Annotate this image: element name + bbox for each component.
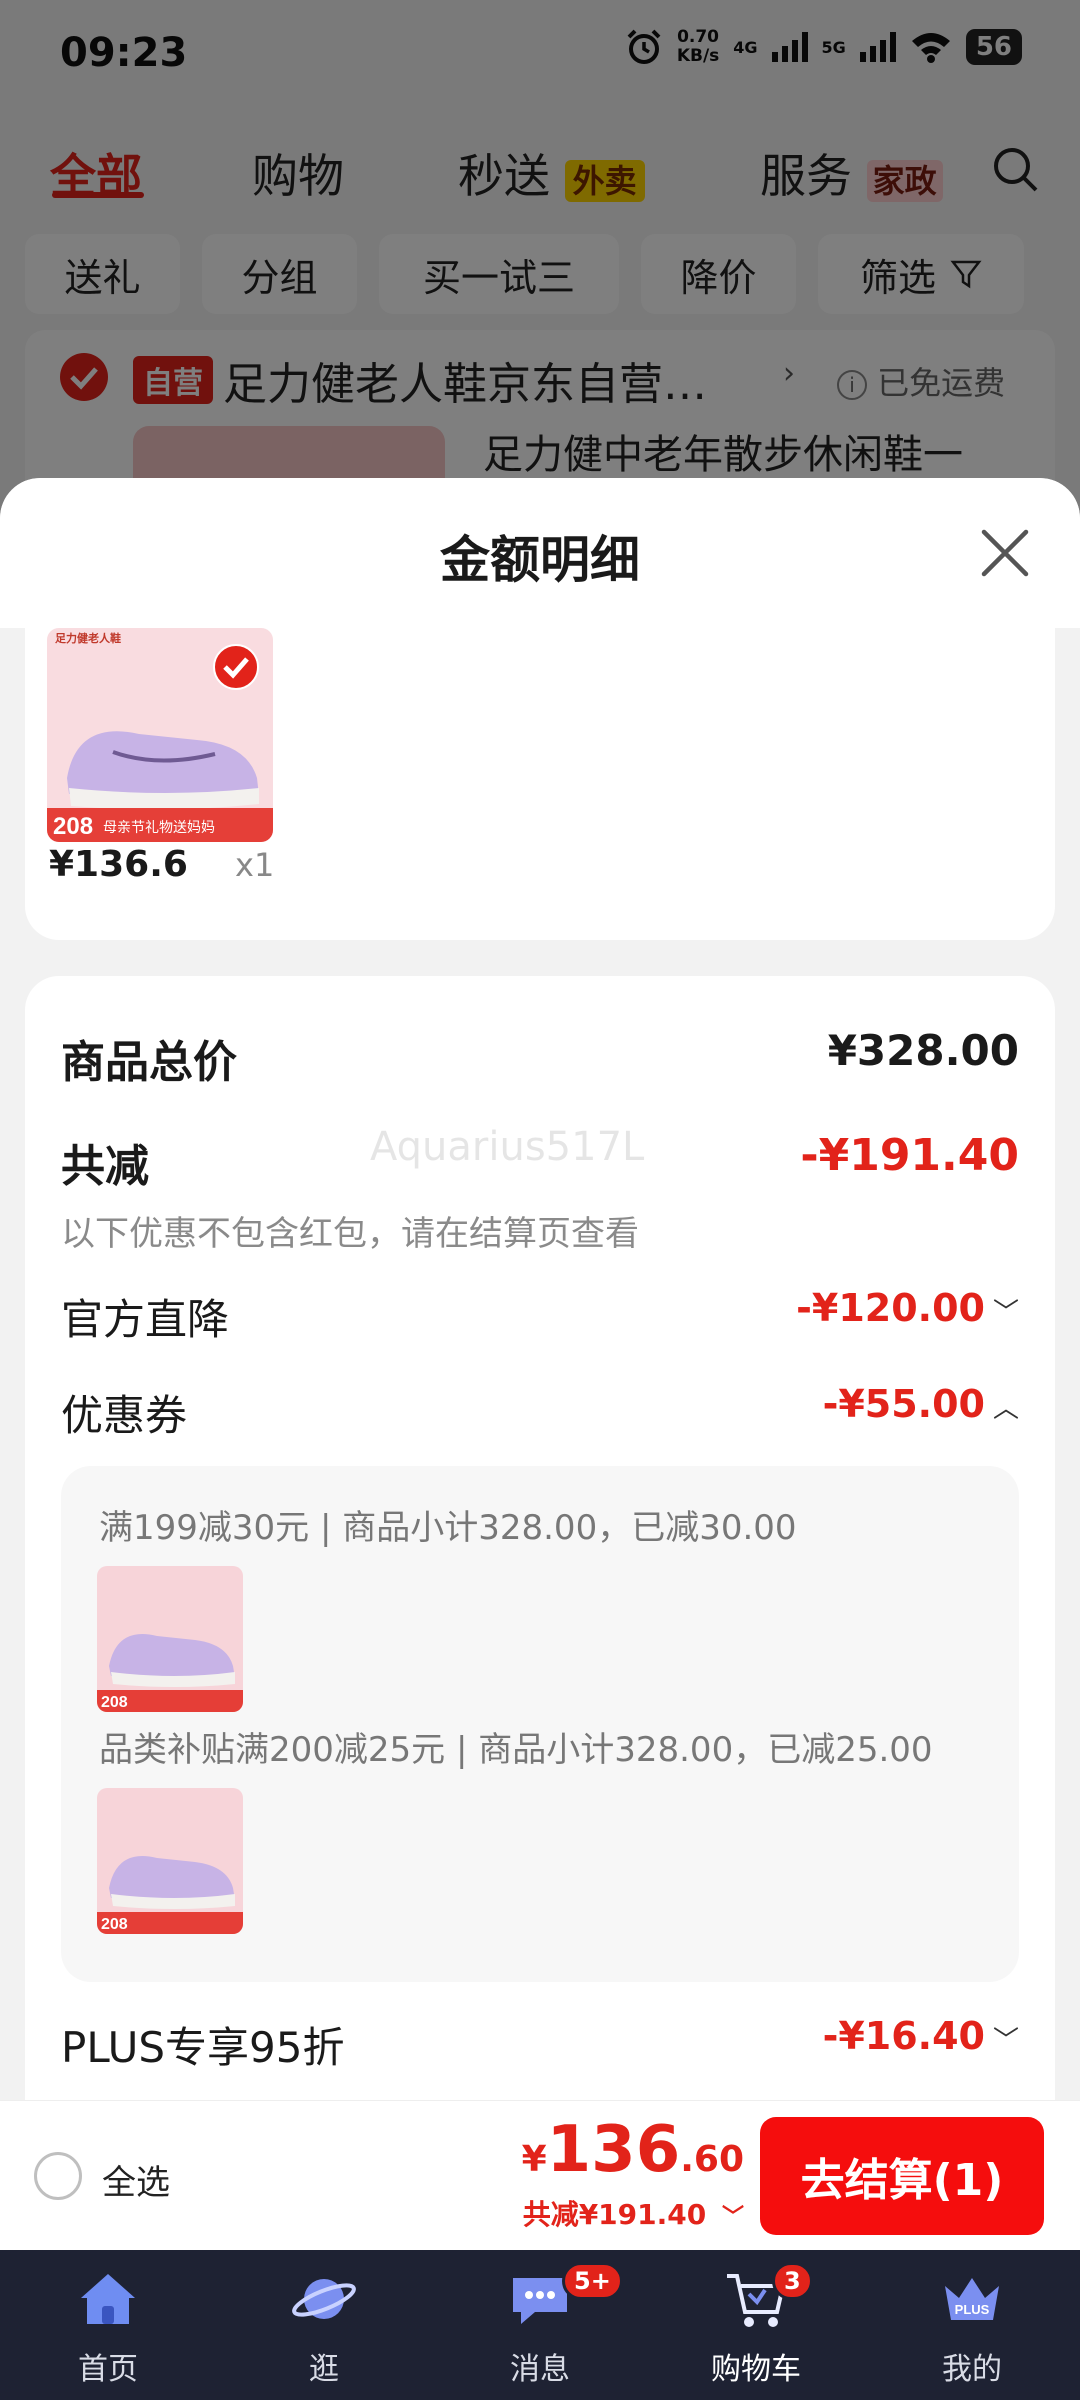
total-integer: 136	[546, 2113, 681, 2187]
plus-crown-icon: PLUS	[945, 2278, 999, 2320]
promo-number: 208	[53, 813, 93, 840]
coupon-label: 优惠券	[61, 1391, 188, 1440]
tab-mine[interactable]: PLUS 我的	[892, 2264, 1052, 2388]
official-discount-value: -¥120.00	[796, 1286, 985, 1330]
sheet-header: 金额明细	[0, 478, 1080, 628]
checkout-button[interactable]: 去结算(1)	[760, 2117, 1044, 2235]
coupon-details: 满199减30元 | 商品小计328.00，已减30.00 208 品类补贴满2…	[61, 1466, 1019, 1982]
tab-browse[interactable]: 逛	[244, 2264, 404, 2388]
sheet-title: 金额明细	[440, 531, 640, 589]
promo-number: 208	[101, 1916, 128, 1933]
reduction-value: -¥191.40	[800, 1130, 1019, 1181]
shoe-image: 208	[97, 1566, 243, 1712]
promo-text: 母亲节礼物送妈妈	[103, 820, 215, 836]
checkout-bar: 全选 ¥136.60 共减¥191.40 ﹀ 去结算(1)	[0, 2100, 1080, 2250]
watermark-text: Aquarius517L	[370, 1124, 645, 1170]
official-discount-label: 官方直降	[61, 1295, 230, 1344]
product-thumbnail[interactable]: 208 母亲节礼物送妈妈 足力健老人鞋	[47, 628, 273, 842]
saved-amount[interactable]: 共减¥191.40 ﹀	[523, 2193, 744, 2233]
chevron-down-icon: ﹀	[721, 2205, 744, 2230]
plus-discount-label: PLUS专享95折	[61, 2023, 345, 2072]
close-icon[interactable]	[960, 508, 1050, 598]
coupon-amount: -¥55.00 ︿	[823, 1382, 1019, 1426]
select-all-radio[interactable]	[34, 2152, 82, 2200]
tab-messages[interactable]: 5+ 消息	[460, 2262, 623, 2388]
coupon-line-2: 品类补贴满200减25元 | 商品小计328.00，已减25.00	[99, 1730, 933, 1770]
items-card: 208 母亲节礼物送妈妈 足力健老人鞋 ¥136.6 x1	[25, 628, 1055, 940]
official-discount-amount: -¥120.00 ﹀	[796, 1286, 1019, 1330]
item-price: ¥136.6	[49, 844, 188, 885]
item-quantity: x1	[235, 846, 275, 884]
tab-cart[interactable]: 3 购物车	[676, 2262, 836, 2388]
tab-mine-label: 我的	[942, 2352, 1002, 2387]
checkout-total: ¥136.60	[522, 2113, 744, 2187]
tab-cart-label: 购物车	[711, 2352, 801, 2387]
price-detail-card: Aquarius517L 商品总价 ¥328.00 共减 -¥191.40 以下…	[25, 976, 1055, 2110]
coupon-line-1: 满199减30元 | 商品小计328.00，已减30.00	[99, 1508, 797, 1548]
brand-logo-text: 足力健老人鞋	[55, 631, 121, 645]
home-icon	[81, 2274, 135, 2324]
discount-note: 以下优惠不包含红包，请在结算页查看	[61, 1214, 639, 1254]
coupon-product-thumbnail: 208	[97, 1566, 243, 1712]
chevron-up-icon: ︿	[992, 1394, 1019, 1424]
promo-number: 208	[101, 1694, 128, 1711]
chevron-down-icon: ﹀	[992, 1298, 1019, 1328]
select-all-label[interactable]: 全选	[102, 2155, 170, 2204]
tab-home[interactable]: 首页	[28, 2264, 188, 2388]
plus-discount-amount: -¥16.40 ﹀	[823, 2014, 1019, 2058]
amount-detail-sheet: 金额明细 208 母亲节礼物送妈妈 足力健老人鞋 ¥136.6 x1 Aquar…	[0, 478, 1080, 2110]
reduction-label: 共减	[61, 1141, 149, 1192]
coupon-value: -¥55.00	[822, 1382, 985, 1426]
planet-icon	[292, 2279, 356, 2319]
currency-symbol: ¥	[521, 2139, 547, 2180]
tab-browse-label: 逛	[309, 2352, 339, 2387]
tab-home-label: 首页	[78, 2352, 138, 2387]
total-decimal: .60	[680, 2139, 744, 2180]
coupon-product-thumbnail: 208	[97, 1788, 243, 1934]
chevron-down-icon: ﹀	[992, 2026, 1019, 2056]
total-price-label: 商品总价	[61, 1037, 237, 1088]
check-icon	[213, 644, 259, 690]
plus-discount-value: -¥16.40	[822, 2014, 985, 2058]
shoe-image: 208	[97, 1788, 243, 1934]
cart-badge: 3	[772, 2262, 813, 2300]
messages-badge: 5+	[562, 2262, 623, 2300]
plus-text: PLUS	[955, 2302, 990, 2317]
total-price-value: ¥328.00	[827, 1026, 1019, 1075]
tab-messages-label: 消息	[510, 2352, 570, 2387]
bottom-tab-bar: 首页 逛 5+ 消息 3 购物车 PLUS 我的	[0, 2250, 1080, 2400]
saved-amount-text: 共减¥191.40	[522, 2198, 707, 2231]
